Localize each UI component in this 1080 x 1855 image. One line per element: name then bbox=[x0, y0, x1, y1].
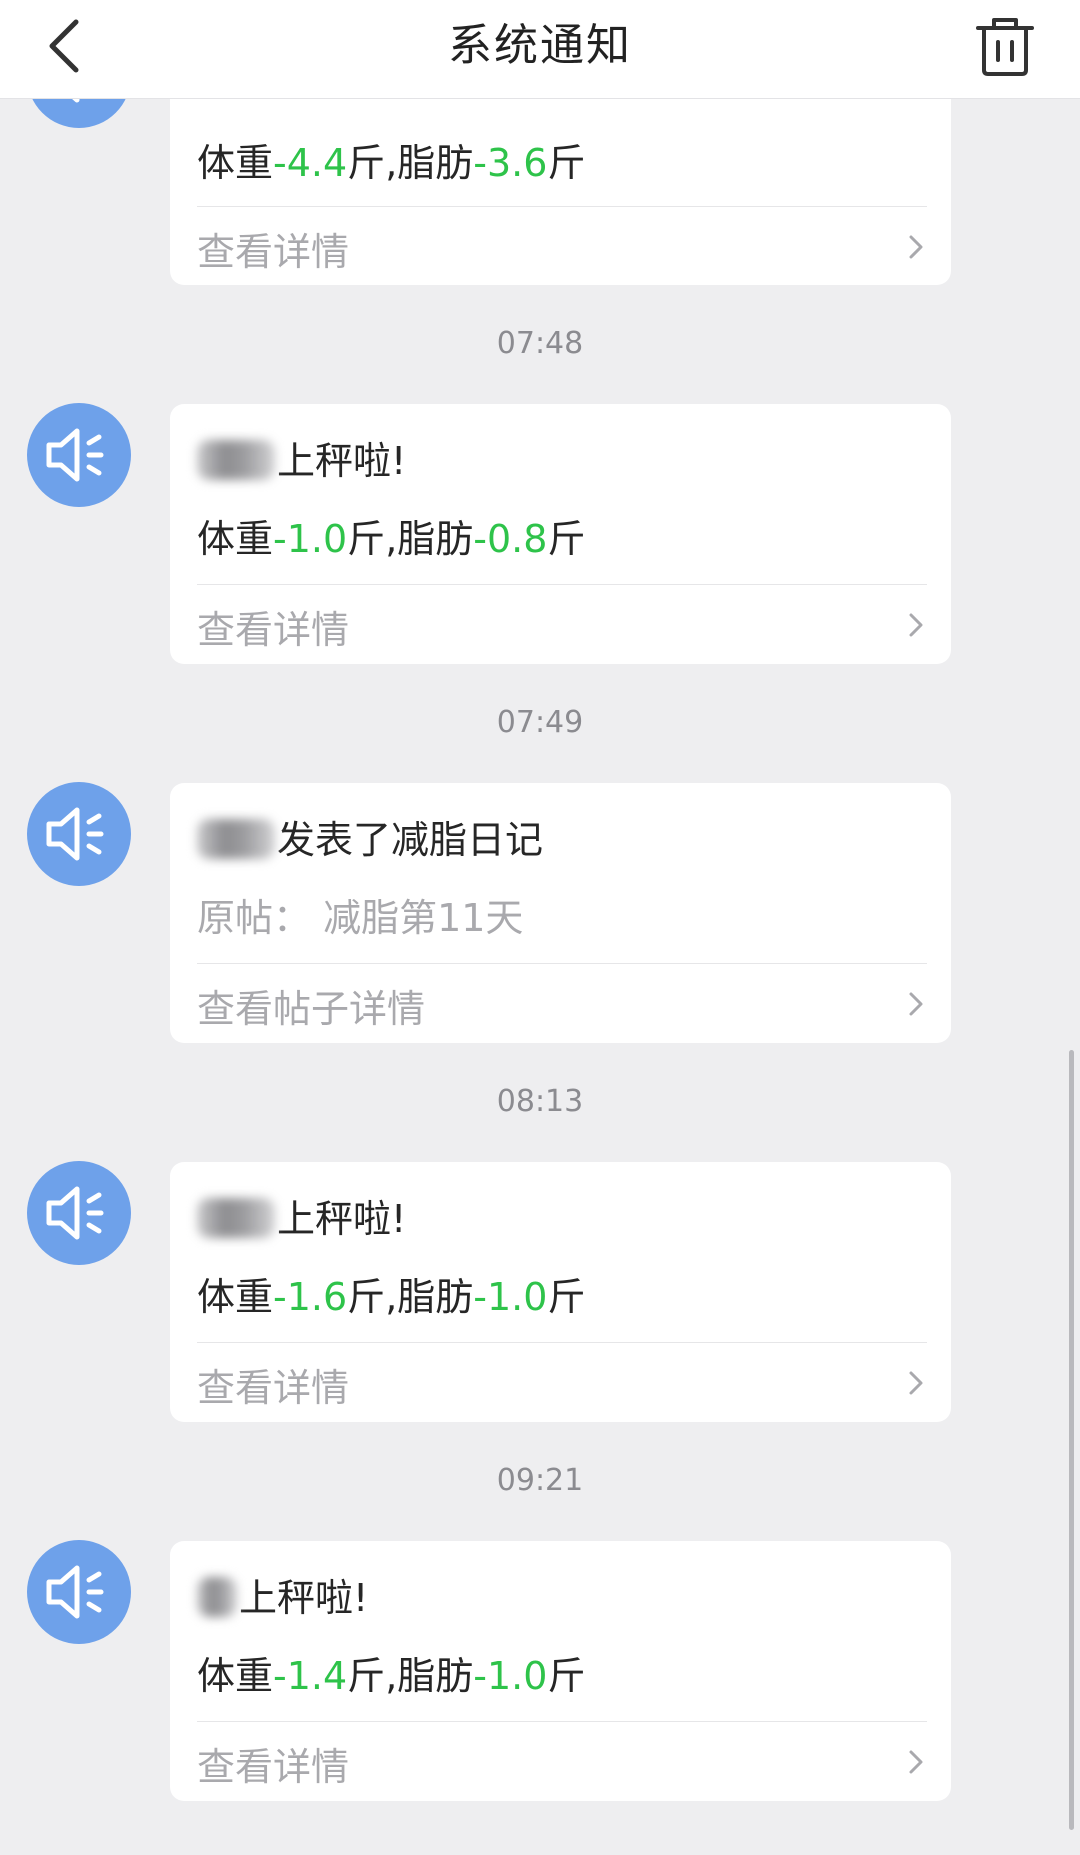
notification-card: 发表了减脂日记 原帖： 减脂第11天 查看帖子详情 bbox=[170, 783, 951, 1043]
notification-card: 上秤啦! 体重-1.6斤,脂肪-1.0斤 查看详情 bbox=[170, 1162, 951, 1422]
speaker-avatar bbox=[27, 1161, 131, 1265]
weight-line: 体重-1.4斤,脂肪-1.0斤 bbox=[197, 1654, 586, 1698]
speaker-icon bbox=[46, 1565, 104, 1619]
blurred-username bbox=[197, 819, 275, 859]
timestamp: 07:48 bbox=[496, 326, 584, 361]
timestamp: 09:21 bbox=[496, 1463, 584, 1498]
chevron-right-icon bbox=[909, 1371, 923, 1395]
message-line: 发表了减脂日记 bbox=[197, 809, 543, 864]
trash-icon bbox=[976, 18, 1034, 76]
notification-card: 体重-4.4斤,脂肪-3.6斤 查看详情 bbox=[170, 70, 951, 285]
view-details-link[interactable]: 查看详情 bbox=[170, 585, 951, 665]
weight-line: 体重-1.6斤,脂肪-1.0斤 bbox=[197, 1275, 586, 1319]
view-details-link[interactable]: 查看详情 bbox=[170, 1343, 951, 1423]
timestamp: 07:49 bbox=[496, 705, 584, 740]
view-details-link[interactable]: 查看详情 bbox=[170, 207, 951, 287]
clear-all-button[interactable] bbox=[970, 12, 1040, 82]
blurred-username bbox=[197, 1577, 237, 1617]
blurred-username bbox=[197, 440, 275, 480]
page-title: 系统通知 bbox=[448, 20, 632, 71]
weight-line: 体重-1.0斤,脂肪-0.8斤 bbox=[197, 517, 586, 561]
view-details-link[interactable]: 查看详情 bbox=[170, 1722, 951, 1802]
blurred-username bbox=[197, 1198, 275, 1238]
top-navigation-bar: 系统通知 bbox=[0, 0, 1080, 99]
weight-line: 体重-4.4斤,脂肪-3.6斤 bbox=[197, 141, 586, 185]
speaker-avatar bbox=[27, 403, 131, 507]
speaker-icon bbox=[46, 1186, 104, 1240]
notifications-page: 体重-4.4斤,脂肪-3.6斤 查看详情 07:48 上秤啦! 体重-1.0斤,… bbox=[0, 0, 1080, 1855]
chevron-right-icon bbox=[909, 992, 923, 1016]
chevron-right-icon bbox=[909, 613, 923, 637]
scrollbar[interactable] bbox=[1069, 1050, 1074, 1830]
speaker-avatar bbox=[27, 782, 131, 886]
chevron-right-icon bbox=[909, 1750, 923, 1774]
message-line: 上秤啦! bbox=[197, 1567, 368, 1622]
speaker-icon bbox=[46, 428, 104, 482]
view-post-details-link[interactable]: 查看帖子详情 bbox=[170, 964, 951, 1044]
notification-card: 上秤啦! 体重-1.4斤,脂肪-1.0斤 查看详情 bbox=[170, 1541, 951, 1801]
chevron-right-icon bbox=[909, 235, 923, 259]
notification-feed[interactable]: 体重-4.4斤,脂肪-3.6斤 查看详情 07:48 上秤啦! 体重-1.0斤,… bbox=[0, 0, 1080, 1855]
timestamp: 08:13 bbox=[496, 1084, 584, 1119]
message-line: 上秤啦! bbox=[197, 430, 406, 485]
speaker-avatar bbox=[27, 1540, 131, 1644]
original-post-line: 原帖： 减脂第11天 bbox=[197, 896, 524, 940]
speaker-icon bbox=[46, 807, 104, 861]
notification-card: 上秤啦! 体重-1.0斤,脂肪-0.8斤 查看详情 bbox=[170, 404, 951, 664]
message-line: 上秤啦! bbox=[197, 1188, 406, 1243]
